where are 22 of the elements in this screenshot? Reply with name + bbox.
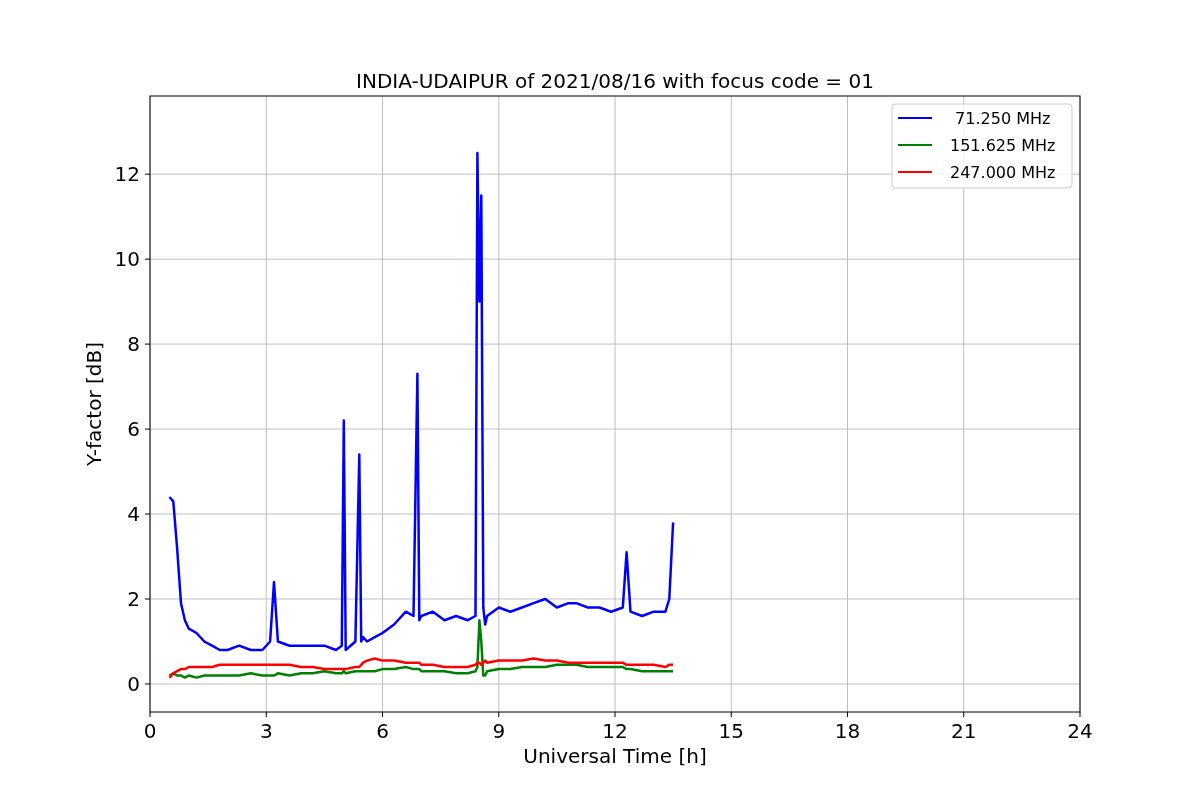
y-axis-label: Y-factor [dB] xyxy=(82,342,106,466)
x-tick-label: 12 xyxy=(602,719,628,743)
y-tick-label: 10 xyxy=(114,247,140,272)
x-tick-label: 18 xyxy=(834,719,861,743)
x-tick-label: 24 xyxy=(1067,719,1093,743)
legend-label: 71.250 MHz xyxy=(955,109,1051,128)
y-tick-label: 8 xyxy=(127,332,140,357)
legend-label: 151.625 MHz xyxy=(950,136,1056,155)
y-tick-label: 12 xyxy=(114,162,140,187)
x-tick-label: 3 xyxy=(259,719,273,743)
x-tick-label: 0 xyxy=(143,719,157,743)
legend-label: 247.000 MHz xyxy=(950,163,1056,182)
x-tick-label: 15 xyxy=(718,719,744,743)
y-tick-label: 2 xyxy=(127,587,140,611)
x-tick-label: 21 xyxy=(951,719,977,743)
y-tick-label: 4 xyxy=(127,502,140,527)
x-tick-label: 9 xyxy=(492,719,506,743)
y-tick-label: 6 xyxy=(127,417,140,442)
chart-title: INDIA-UDAIPUR of 2021/08/16 with focus code = 01 xyxy=(356,69,874,93)
y-tick-label: 0 xyxy=(127,671,140,696)
x-tick-label: 6 xyxy=(376,719,389,743)
x-axis-label: Universal Time [h] xyxy=(523,744,707,768)
